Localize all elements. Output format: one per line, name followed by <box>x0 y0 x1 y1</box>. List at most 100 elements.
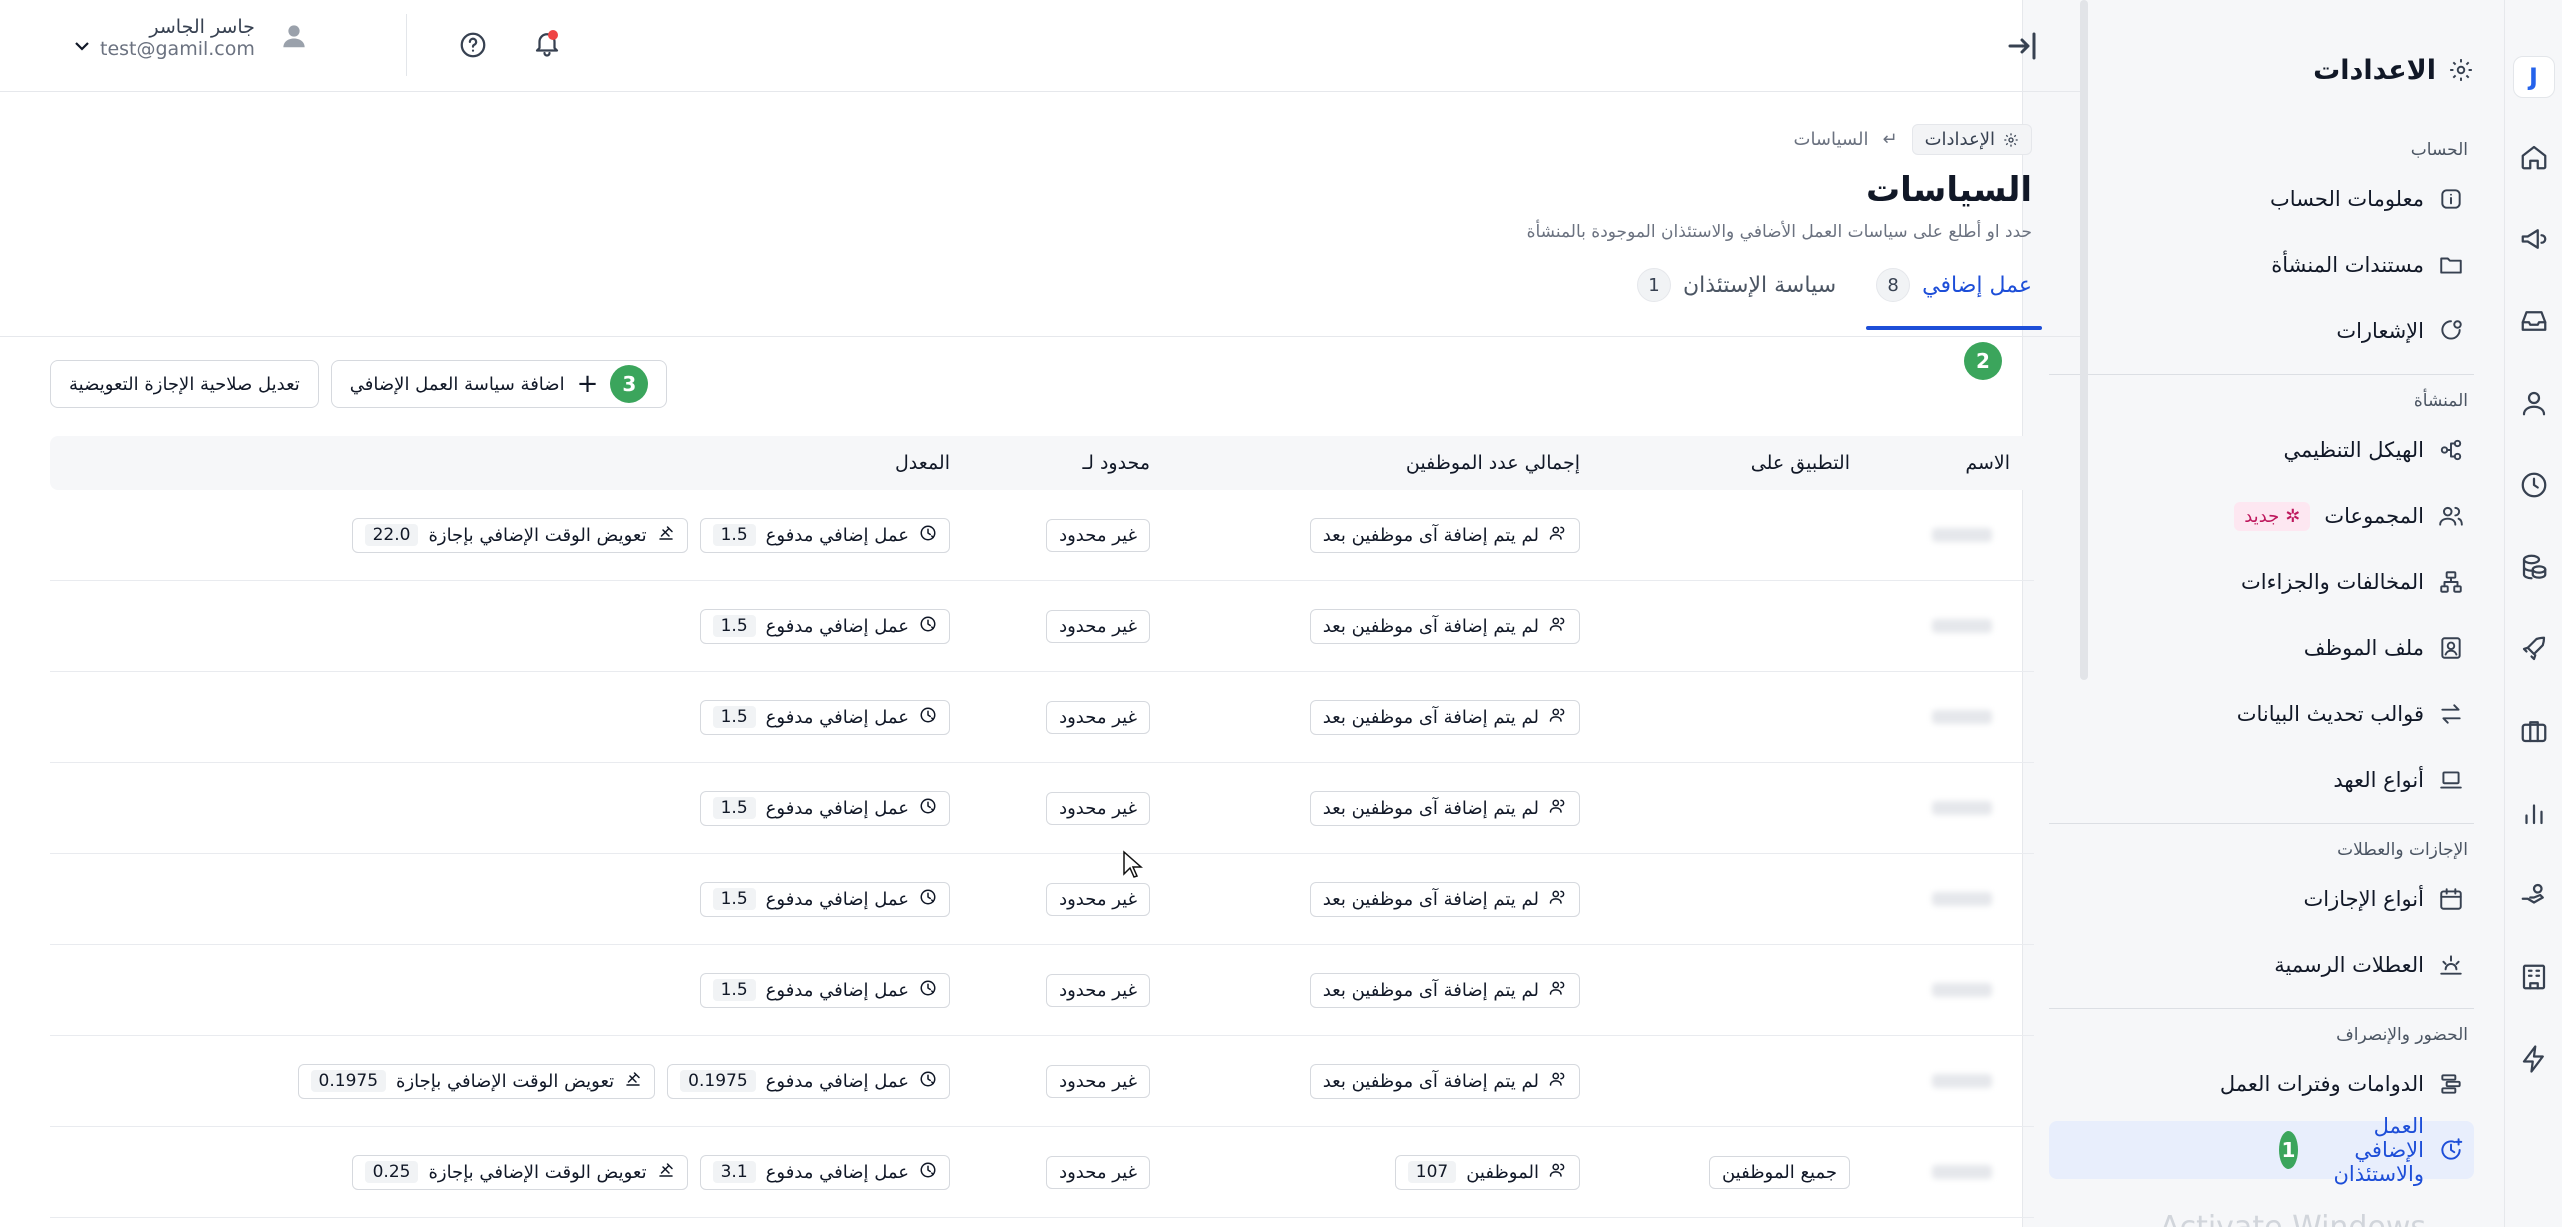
toolbar: تعديل صلاحية الإجازة التعويضية 3 + اضافة… <box>50 360 668 408</box>
home-icon[interactable] <box>2514 137 2554 177</box>
user-email: test@gamil.com <box>100 38 255 60</box>
gear-icon <box>2004 132 2018 147</box>
rocket-icon[interactable] <box>2514 629 2554 669</box>
employees-chip: الموظفين 107 <box>1394 1154 1580 1190</box>
table-row[interactable]: لم يتم إضافة آى موظفين بعد غير محدود عمل إ… <box>50 1036 2034 1127</box>
cell-apply <box>1604 854 1874 944</box>
paid-overtime-chip: عمل إضافي مدفوع 3.1 <box>699 1154 950 1190</box>
collapse-sidebar-button[interactable] <box>2000 28 2040 68</box>
limit-chip: غير محدود <box>1046 1155 1150 1189</box>
header-name[interactable]: الاسم <box>1874 436 2034 490</box>
sidebar-item-custody-types[interactable]: أنواع العهد <box>2049 751 2474 809</box>
cell-limit: غير محدود <box>974 763 1174 853</box>
breadcrumb-root[interactable]: الإعدادات <box>1911 124 2032 155</box>
step-marker-3: 3 <box>610 365 649 403</box>
lightning-icon[interactable] <box>2514 1039 2554 1079</box>
watermark: Activate Windows <box>2160 1210 2426 1227</box>
hierarchy-icon <box>2440 439 2462 461</box>
inbox-icon[interactable] <box>2514 301 2554 341</box>
user-menu[interactable]: جاسر الجاسر test@gamil.com <box>64 16 309 60</box>
users-icon <box>1549 979 1567 1002</box>
section-account: الحساب <box>2410 140 2468 160</box>
users-icon <box>1549 706 1567 729</box>
scrollbar[interactable] <box>2080 0 2088 680</box>
employees-chip: لم يتم إضافة آى موظفين بعد <box>1309 881 1580 917</box>
sidebar-item-holidays[interactable]: العطلات الرسمية <box>2049 936 2474 994</box>
clock-icon[interactable] <box>2514 465 2554 505</box>
limit-chip: غير محدود <box>1046 882 1150 916</box>
building-icon[interactable] <box>2514 957 2554 997</box>
table-row[interactable]: جميع الموظفين الموظفين 107 غير محدود عمل إضا… <box>50 1127 2034 1218</box>
step-marker-1: 1 <box>2279 1131 2299 1169</box>
cell-name <box>1874 581 2034 671</box>
app-logo[interactable]: J <box>2512 56 2555 98</box>
paid-overtime-chip: عمل إضافي مدفوع 1.5 <box>699 790 950 826</box>
redacted-name <box>1932 983 1992 997</box>
section-attendance: الحضور والإنصراف <box>2336 1025 2468 1045</box>
cell-rate: عمل إضافي مدفوع 1.5 <box>50 945 974 1035</box>
header-rate[interactable]: المعدل <box>50 436 974 490</box>
notifications-button[interactable] <box>532 28 562 62</box>
add-overtime-policy-button[interactable]: 3 + اضافة سياسة العمل الإضافي <box>330 360 668 408</box>
tab-permission-policy[interactable]: سياسة الإستئذان 1 <box>1636 268 1836 324</box>
redacted-name <box>1932 528 1992 542</box>
bar-chart-icon[interactable] <box>2514 793 2554 833</box>
section-org: المنشأة <box>2413 391 2468 411</box>
redacted-name <box>1932 619 1992 633</box>
header-total[interactable]: إجمالي عدد الموظفين <box>1174 436 1604 490</box>
header-apply[interactable]: التطبيق على <box>1604 436 1874 490</box>
user-icon[interactable] <box>2514 383 2554 423</box>
table-row[interactable]: لم يتم إضافة آى موظفين بعد غير محدود عمل إ… <box>50 490 2034 581</box>
cell-limit: غير محدود <box>974 1127 1174 1217</box>
sidebar-item-org-docs[interactable]: مستندات المنشأة <box>2049 236 2474 294</box>
paid-overtime-icon <box>919 706 937 729</box>
sidebar-item-groups[interactable]: المجموعات ✲ جديد <box>2049 487 2474 545</box>
paid-overtime-icon <box>919 524 937 547</box>
sidebar-item-account-info[interactable]: معلومات الحساب <box>2049 170 2474 228</box>
cell-total: الموظفين 107 <box>1174 1127 1604 1217</box>
edit-comp-leave-button[interactable]: تعديل صلاحية الإجازة التعويضية <box>50 360 319 408</box>
header-limit[interactable]: محدود لـ <box>974 436 1174 490</box>
employees-chip: لم يتم إضافة آى موظفين بعد <box>1309 699 1580 735</box>
table-row[interactable]: لم يتم إضافة آى موظفين بعد غير محدود عمل إ… <box>50 854 2034 945</box>
limit-chip: غير محدود <box>1046 1064 1150 1098</box>
sidebar-item-data-templates[interactable]: قوالب تحديث البيانات <box>2049 685 2474 743</box>
table-row[interactable]: لم يتم إضافة آى موظفين بعد غير محدود عمل إ… <box>50 763 2034 854</box>
megaphone-icon[interactable] <box>2514 219 2554 259</box>
employees-chip: لم يتم إضافة آى موظفين بعد <box>1309 790 1580 826</box>
divider <box>2049 823 2474 824</box>
user-silhouette-icon <box>283 25 305 48</box>
briefcase-icon[interactable] <box>2514 711 2554 751</box>
sidebar-item-overtime[interactable]: العمل الإضافي والاستئذان 1 <box>2049 1114 2474 1186</box>
table-row[interactable]: لم يتم إضافة آى موظفين بعد غير محدود عمل إ… <box>50 945 2034 1036</box>
table-row[interactable]: لم يتم إضافة آى موظفين بعد غير محدود عمل إ… <box>50 672 2034 763</box>
sidebar-item-org-structure[interactable]: الهيكل التنظيمي <box>2049 421 2474 479</box>
cell-name <box>1874 854 2034 944</box>
employee-count: 107 <box>1407 1161 1457 1183</box>
coins-icon[interactable] <box>2514 547 2554 587</box>
table-row[interactable]: لم يتم إضافة آى موظفين بعد غير محدود عمل إ… <box>50 581 2034 672</box>
sidebar-item-notifications[interactable]: الإشعارات <box>2049 302 2474 360</box>
cell-total: لم يتم إضافة آى موظفين بعد <box>1174 672 1604 762</box>
cell-apply <box>1604 763 1874 853</box>
table-header: الاسم التطبيق على إجمالي عدد الموظفين مح… <box>50 436 2034 490</box>
comp-leave-chip: تعويض الوقت الإضافي بإجازة 0.1975 <box>297 1063 656 1099</box>
sidebar-item-employee-file[interactable]: ملف الموظف <box>2049 619 2474 677</box>
sidebar-item-shifts[interactable]: الدوامات وفترات العمل <box>2049 1055 2474 1113</box>
employees-chip: لم يتم إضافة آى موظفين بعد <box>1309 1063 1580 1099</box>
page-subtitle: حدد او أطلع على سياسات العمل الأضافي وال… <box>1526 222 2032 242</box>
sidebar-item-violations[interactable]: المخالفات والجزاءات <box>2049 553 2474 611</box>
limit-chip: غير محدود <box>1046 973 1150 1007</box>
user-menu-toggle[interactable] <box>70 34 94 62</box>
help-button[interactable] <box>458 30 488 64</box>
step-marker-2: 2 <box>1964 342 2002 380</box>
hand-money-icon[interactable] <box>2514 875 2554 915</box>
paid-overtime-chip: عمل إضافي مدفوع 0.1975 <box>667 1063 950 1099</box>
cell-limit: غير محدود <box>974 854 1174 944</box>
paid-overtime-icon <box>919 615 937 638</box>
org-chart-icon <box>2440 571 2462 593</box>
tab-overtime[interactable]: عمل إضافي 8 <box>1866 268 2042 330</box>
cell-limit: غير محدود <box>974 490 1174 580</box>
sidebar-item-leave-types[interactable]: أنواع الإجازات <box>2049 870 2474 928</box>
redacted-name <box>1932 892 1992 906</box>
